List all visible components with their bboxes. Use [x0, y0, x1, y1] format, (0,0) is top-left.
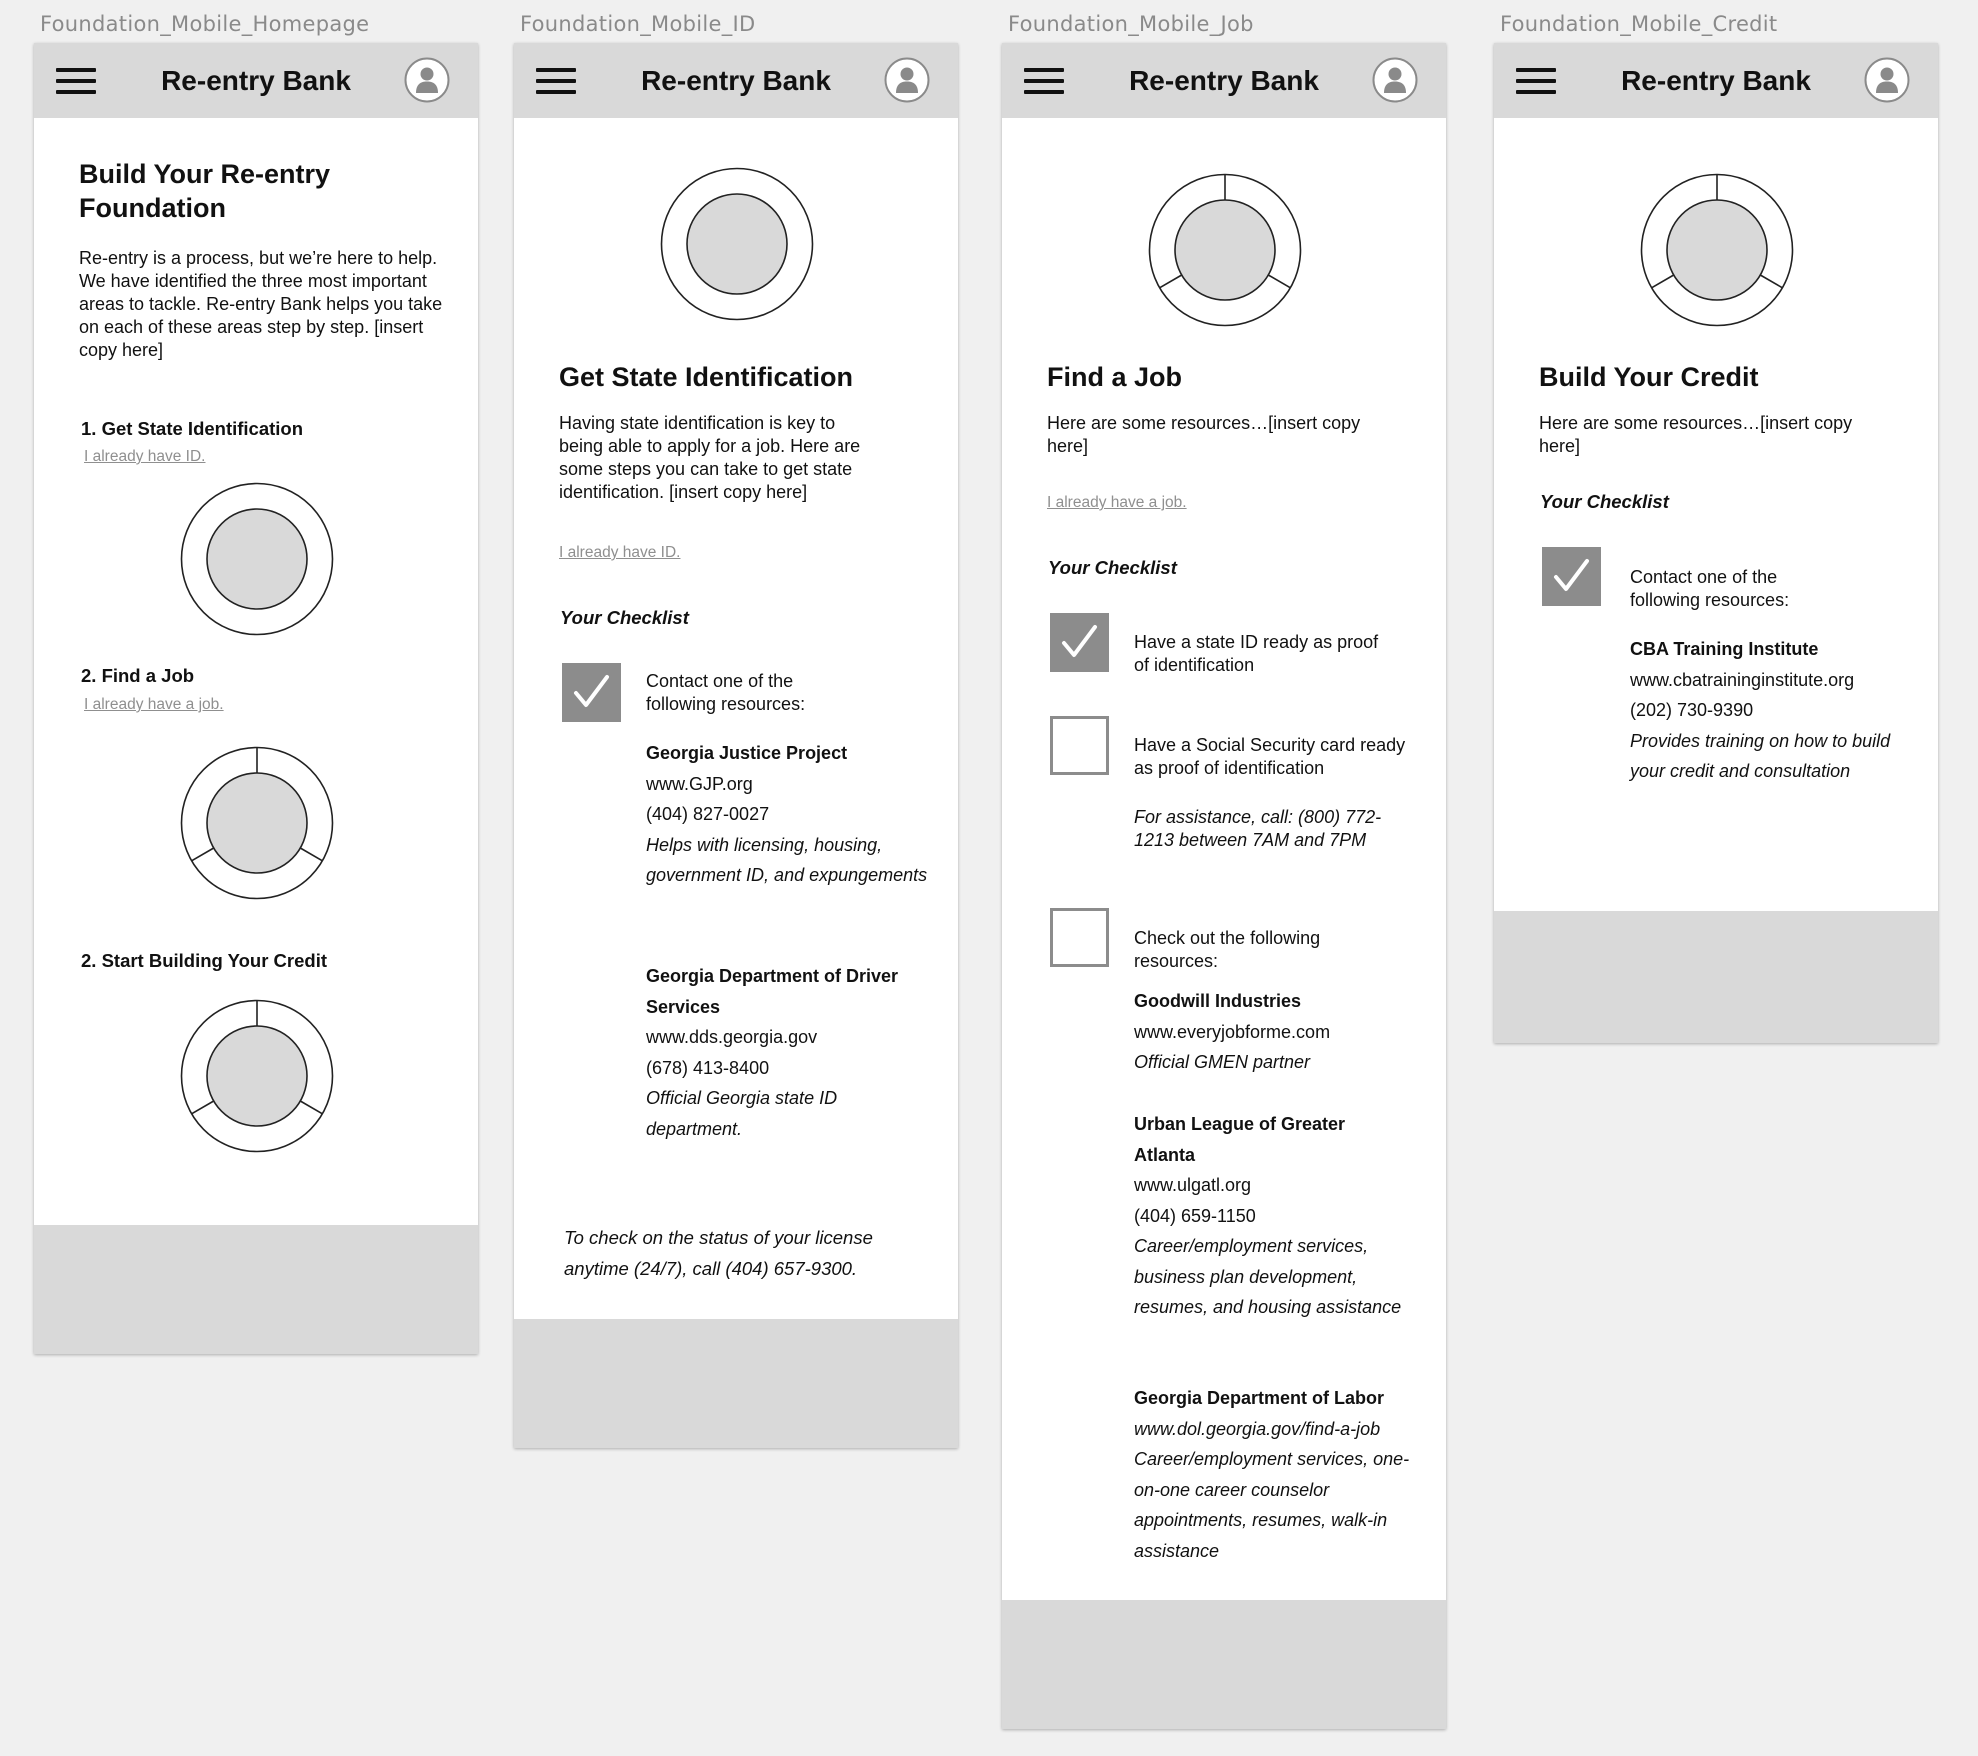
- resource-name: Goodwill Industries: [1134, 991, 1302, 1011]
- app-header: Re-entry Bank: [1002, 43, 1446, 118]
- checklist-checkbox[interactable]: [1542, 547, 1601, 606]
- checklist-title: Your Checklist: [1048, 557, 1177, 578]
- frame-label-id: Foundation_Mobile_ID: [520, 12, 756, 36]
- resource-entry: Georgia Department of Labor www.dol.geor…: [1134, 1383, 1429, 1566]
- app-header: Re-entry Bank: [1494, 43, 1938, 118]
- footer-bar: [1494, 911, 1938, 1043]
- page-title: Find a Job: [1047, 362, 1182, 392]
- already-have-job-link[interactable]: I already have a job.: [1047, 494, 1187, 512]
- footer-bar: [34, 1225, 478, 1354]
- phone-frame-credit: Re-entry Bank Build Your Credit Here are…: [1494, 43, 1938, 1043]
- phone-frame-job: Re-entry Bank Find a Job Here are some r…: [1002, 43, 1446, 1729]
- checklist-checkbox[interactable]: [1050, 908, 1109, 967]
- user-avatar-icon[interactable]: [1864, 57, 1910, 103]
- checklist-item-text: Check out the following resources:: [1134, 928, 1321, 971]
- app-header: Re-entry Bank: [514, 43, 958, 118]
- resource-url[interactable]: www.everyjobforme.com: [1134, 1017, 1424, 1048]
- resource-phone[interactable]: (678) 413-8400: [646, 1053, 936, 1084]
- resource-name: Georgia Department of Driver Services: [646, 966, 899, 1017]
- progress-ring-icon: [659, 166, 815, 322]
- resource-url[interactable]: www.cbatraininginstitute.org: [1630, 665, 1920, 696]
- resource-phone[interactable]: (404) 827-0027: [646, 799, 936, 830]
- checklist-checkbox[interactable]: [1050, 716, 1109, 775]
- progress-ring-icon: [1147, 172, 1303, 328]
- checklist-checkbox[interactable]: [562, 663, 621, 722]
- progress-ring-icon: [1639, 172, 1795, 328]
- resource-url[interactable]: www.GJP.org: [646, 769, 936, 800]
- page-title: Get State Identification: [559, 362, 854, 392]
- resource-description: Provides training on how to build your c…: [1630, 730, 1891, 782]
- already-have-id-link[interactable]: I already have ID.: [84, 448, 205, 466]
- resource-entry: Urban League of Greater Atlanta www.ulga…: [1134, 1109, 1404, 1323]
- resource-url[interactable]: www.dds.georgia.gov: [646, 1022, 936, 1053]
- frame-label-credit: Foundation_Mobile_Credit: [1500, 12, 1778, 36]
- step-heading-id: 1. Get State Identification: [81, 418, 304, 439]
- resource-url[interactable]: www.ulgatl.org: [1134, 1170, 1404, 1201]
- resource-description: Official GMEN partner: [1134, 1052, 1311, 1072]
- page-title: Build Your Re-entry Foundation: [79, 159, 331, 223]
- assistance-note: For assistance, call: (800) 772-1213 bet…: [1134, 807, 1382, 850]
- phone-frame-homepage: Re-entry Bank Build Your Re-entry Founda…: [34, 43, 478, 1354]
- user-avatar-icon[interactable]: [1372, 57, 1418, 103]
- resource-entry: Georgia Department of Driver Services ww…: [646, 961, 936, 1144]
- progress-ring-icon: [179, 481, 335, 637]
- resource-phone[interactable]: (202) 730-9390: [1630, 695, 1920, 726]
- resource-name: Georgia Justice Project: [646, 743, 848, 763]
- already-have-id-link[interactable]: I already have ID.: [559, 544, 680, 562]
- status-note: To check on the status of your license a…: [564, 1227, 873, 1279]
- frame-label-homepage: Foundation_Mobile_Homepage: [40, 12, 370, 36]
- checklist-checkbox[interactable]: [1050, 613, 1109, 672]
- app-header: Re-entry Bank: [34, 43, 478, 118]
- checklist-item-text: Have a state ID ready as proof of identi…: [1134, 632, 1379, 675]
- checklist-title: Your Checklist: [560, 607, 689, 628]
- checkmark-icon: [1050, 613, 1109, 672]
- footer-bar: [514, 1319, 958, 1448]
- step-heading-job: 2. Find a Job: [81, 665, 195, 686]
- phone-frame-id: Re-entry Bank Get State Identification H…: [514, 43, 958, 1448]
- page-title: Build Your Credit: [1539, 362, 1759, 392]
- resource-description: Career/employment services, one-on-one c…: [1134, 1449, 1410, 1561]
- resource-name: CBA Training Institute: [1630, 639, 1819, 659]
- intro-text: Re-entry is a process, but we’re here to…: [79, 248, 443, 360]
- frame-label-job: Foundation_Mobile_Job: [1008, 12, 1254, 36]
- resource-name: Georgia Department of Labor: [1134, 1388, 1385, 1408]
- checklist-item-text: Contact one of the following resources:: [1630, 567, 1790, 610]
- intro-text: Here are some resources…[insert copy her…: [1047, 413, 1361, 456]
- footer-bar: [1002, 1600, 1446, 1729]
- checklist-item-text: Contact one of the following resources:: [646, 671, 806, 714]
- resource-description: Career/employment services, business pla…: [1134, 1236, 1402, 1317]
- resource-entry: Georgia Justice Project www.GJP.org (404…: [646, 738, 936, 891]
- checkmark-icon: [562, 663, 621, 722]
- intro-text: Having state identification is key to be…: [559, 413, 861, 502]
- checklist-title: Your Checklist: [1540, 491, 1669, 512]
- resource-name: Urban League of Greater Atlanta: [1134, 1114, 1346, 1165]
- checklist-item-text: Have a Social Security card ready as pro…: [1134, 735, 1406, 778]
- checkmark-icon: [1542, 547, 1601, 606]
- resource-description: Official Georgia state ID department.: [646, 1088, 838, 1139]
- user-avatar-icon[interactable]: [404, 57, 450, 103]
- resource-url[interactable]: www.dol.georgia.gov/find-a-job: [1134, 1414, 1429, 1445]
- progress-ring-icon: [179, 745, 335, 901]
- resource-phone[interactable]: (404) 659-1150: [1134, 1201, 1404, 1232]
- resource-description: Helps with licensing, housing, governmen…: [646, 834, 928, 886]
- progress-ring-icon: [179, 998, 335, 1154]
- resource-entry: CBA Training Institute www.cbatrainingin…: [1630, 634, 1920, 787]
- user-avatar-icon[interactable]: [884, 57, 930, 103]
- already-have-job-link[interactable]: I already have a job.: [84, 696, 224, 714]
- step-heading-credit: 2. Start Building Your Credit: [81, 950, 328, 971]
- resource-entry: Goodwill Industries www.everyjobforme.co…: [1134, 986, 1424, 1078]
- intro-text: Here are some resources…[insert copy her…: [1539, 413, 1853, 456]
